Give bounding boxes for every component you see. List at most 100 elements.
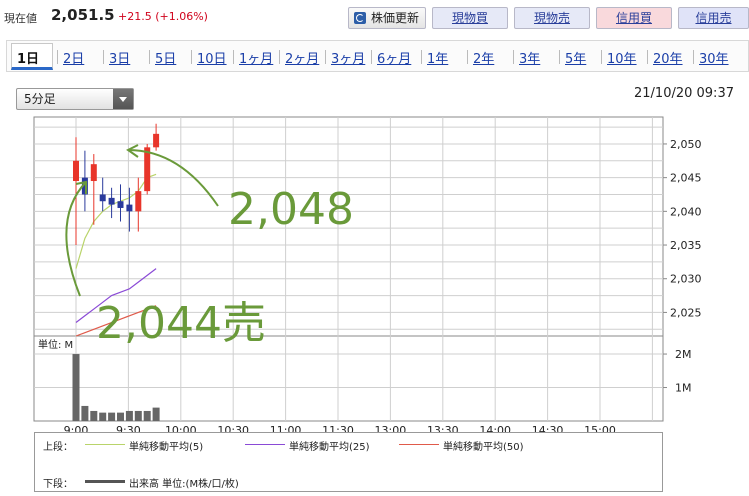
y-tick-label: 2,050 (670, 138, 702, 151)
refresh-price-label: 株価更新 (370, 11, 419, 25)
volume-bar (125, 410, 133, 421)
tab-11[interactable]: 3年 (519, 48, 540, 67)
refresh-price-button[interactable]: 株価更新 (348, 7, 426, 29)
y-tick-label: 2,035 (670, 239, 702, 252)
tab-5[interactable]: 1ヶ月 (239, 48, 273, 67)
tab-13[interactable]: 10年 (607, 48, 637, 67)
cash-buy-button[interactable]: 現物買 (432, 7, 508, 29)
y-tick-label: 2,025 (670, 306, 702, 319)
legend-upper-label: 上段： (43, 442, 73, 453)
tab-separator (149, 50, 150, 64)
volume-bar (143, 410, 151, 421)
legend-volume-label: 出来高 単位:(M株/口/枚) (129, 479, 239, 490)
tab-separator (513, 50, 514, 64)
price-change: +21.5 (+1.06%) (118, 10, 208, 23)
volume-bar (72, 354, 80, 421)
chart-legend: 上段： 単純移動平均(5) 単純移動平均(25) 単純移動平均(50) 下段： … (34, 432, 663, 492)
tab-separator (601, 50, 602, 64)
volume-bar (108, 412, 116, 421)
tab-7[interactable]: 3ヶ月 (331, 48, 365, 67)
volume-bar (134, 410, 142, 421)
legend-lower-label: 下段： (43, 479, 73, 490)
chevron-down-icon (113, 89, 133, 109)
x-tick-label: 10:30 (217, 424, 249, 432)
x-tick-label: 11:30 (322, 424, 354, 432)
tab-separator (279, 50, 280, 64)
margin-buy-button[interactable]: 信用買 (596, 7, 672, 29)
interval-select-value: 5分足 (24, 92, 56, 106)
legend-ma25-label: 単純移動平均(25) (289, 442, 370, 453)
legend-ma25-swatch (245, 444, 285, 445)
cash-sell-button[interactable]: 現物売 (514, 7, 590, 29)
candle-body (90, 164, 97, 182)
legend-ma50-swatch (399, 444, 439, 445)
tab-12[interactable]: 5年 (565, 48, 586, 67)
tab-separator (467, 50, 468, 64)
candle-body (126, 204, 133, 212)
tab-3[interactable]: 5日 (155, 48, 176, 67)
volume-bar (81, 405, 89, 421)
candle-body (144, 147, 151, 192)
tab-separator (103, 50, 104, 64)
tab-separator (371, 50, 372, 64)
x-tick-label: 13:30 (427, 424, 459, 432)
tab-separator (693, 50, 694, 64)
tab-4[interactable]: 10日 (197, 48, 227, 67)
legend-ma50-label: 単純移動平均(50) (443, 442, 524, 453)
margin-sell-button[interactable]: 信用売 (678, 7, 749, 29)
x-tick-label: 11:00 (270, 424, 302, 432)
volume-tick-label: 2M (675, 348, 692, 361)
volume-bar (117, 412, 124, 421)
interval-select[interactable]: 5分足 (16, 88, 134, 110)
current-price-value: 2,051.5 (51, 6, 115, 24)
candle-body (135, 191, 142, 212)
volume-unit-label: 単位: M (38, 338, 73, 351)
x-tick-label: 9:00 (64, 424, 89, 432)
annotation-upper: 2,048 (228, 184, 354, 235)
tab-separator (421, 50, 422, 64)
tab-separator (233, 50, 234, 64)
candle-body (73, 160, 79, 182)
volume-bar (90, 410, 98, 421)
x-tick-label: 13:00 (375, 424, 407, 432)
tab-separator (559, 50, 560, 64)
annotation-lower: 2,044売 (96, 298, 266, 349)
current-price-label: 現在値 (4, 12, 37, 25)
tab-14[interactable]: 20年 (653, 48, 683, 67)
tab-2[interactable]: 3日 (109, 48, 130, 67)
tab-6[interactable]: 2ヶ月 (285, 48, 319, 67)
tab-10[interactable]: 2年 (473, 48, 494, 67)
candle-body (153, 133, 160, 148)
x-tick-label: 10:00 (165, 424, 197, 432)
x-tick-label: 15:00 (584, 424, 616, 432)
period-tabs: 1日 2日 3日 5日 10日 1ヶ月 2ヶ月 3ヶ月 6ヶ月 1年 2年 3年 5年 10年 20年 30年 (6, 40, 749, 72)
tab-15[interactable]: 30年 (699, 48, 729, 67)
tab-separator (647, 50, 648, 64)
tab-separator (191, 50, 192, 64)
y-tick-label: 2,045 (670, 172, 702, 185)
candle-body (117, 201, 124, 208)
candle-body (99, 194, 106, 202)
volume-tick-label: 1M (675, 382, 692, 395)
tab-9[interactable]: 1年 (427, 48, 448, 67)
tab-0[interactable]: 1日 (17, 48, 39, 67)
refresh-icon (354, 12, 366, 24)
y-tick-label: 2,040 (670, 205, 702, 218)
legend-ma5-label: 単純移動平均(5) (129, 442, 204, 453)
tab-separator (325, 50, 326, 64)
tab-1[interactable]: 2日 (63, 48, 84, 67)
stock-chart: 9:00 9:30 10:00 10:30 11:00 11:30 13:00 13:30 14… (33, 116, 702, 432)
volume-bar (152, 407, 160, 421)
x-tick-label: 14:30 (532, 424, 564, 432)
legend-ma5-swatch (85, 444, 125, 445)
chart-timestamp: 21/10/20 09:37 (634, 86, 734, 101)
tab-separator (57, 50, 58, 64)
x-tick-label: 14:00 (479, 424, 511, 432)
candle-body (108, 197, 115, 205)
quote-header: 現在値 2,051.5 +21.5 (+1.06%) 株価更新 現物買 現物売 … (0, 0, 749, 34)
y-tick-label: 2,030 (670, 273, 702, 286)
volume-bar (99, 412, 107, 421)
x-tick-label: 9:30 (116, 424, 141, 432)
legend-volume-swatch (85, 480, 125, 483)
tab-8[interactable]: 6ヶ月 (377, 48, 411, 67)
